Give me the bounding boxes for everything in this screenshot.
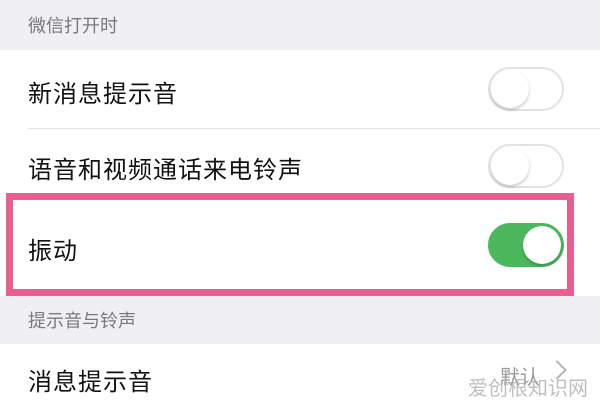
section-header-label: 提示音与铃声 [28,311,136,332]
watermark-text: 爱创根知识网 [468,376,588,400]
row-label: 消息提示音 [28,368,153,396]
new-message-sound-toggle[interactable] [488,67,564,111]
row-label: 语音和视频通话来电铃声 [28,156,303,184]
toggle-knob [491,70,529,108]
toggle-knob [491,147,529,185]
settings-screen: 微信打开时 新消息提示音 语音和视频通话来电铃声 振动 提示音与铃声 消息提示音… [0,0,600,405]
highlight-annotation [6,193,574,296]
section-header-sounds: 提示音与铃声 [0,296,600,344]
call-ringtone-toggle[interactable] [488,144,564,188]
section-header-label: 微信打开时 [28,16,118,37]
section-header-wechat-open: 微信打开时 [0,0,600,50]
settings-row-new-message-sound[interactable]: 新消息提示音 [0,50,600,128]
settings-row-call-ringtone[interactable]: 语音和视频通话来电铃声 [0,129,600,199]
row-label: 新消息提示音 [28,80,178,108]
